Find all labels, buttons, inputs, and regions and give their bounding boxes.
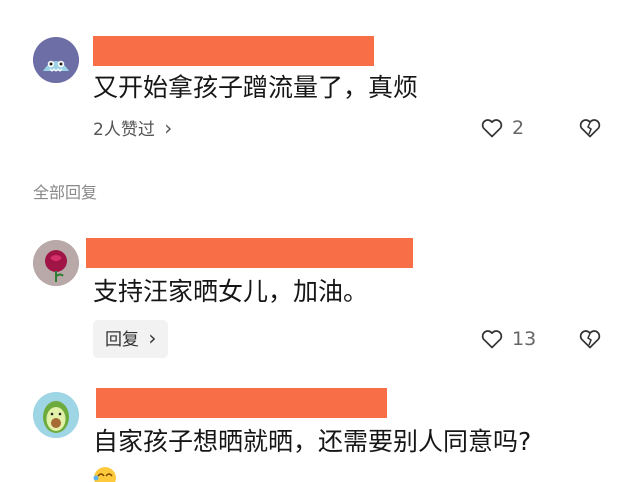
comment-text: 支持汪家晒女儿，加油。	[93, 277, 369, 306]
like-button[interactable]	[480, 116, 504, 140]
chevron-right-icon: ›	[164, 116, 173, 140]
laughing-emoji	[93, 466, 117, 482]
comment-text: 自家孩子想晒就晒，还需要别人同意吗?	[93, 427, 532, 456]
like-count: 2	[512, 117, 525, 139]
reply-button[interactable]: 回复 ›	[93, 320, 169, 358]
heart-icon	[481, 119, 503, 138]
broken-heart-icon	[579, 119, 601, 138]
chevron-right-icon: ›	[148, 326, 157, 350]
like-button[interactable]	[480, 327, 504, 351]
monster-avatar-icon	[33, 37, 79, 83]
user-avatar[interactable]	[33, 37, 79, 83]
heart-icon	[481, 330, 503, 349]
user-avatar[interactable]	[33, 240, 79, 286]
reply-label: 回复	[105, 330, 139, 350]
like-count: 13	[512, 328, 537, 350]
avocado-avatar-icon	[33, 392, 79, 438]
comment-text: 又开始拿孩子蹭流量了，真烦	[93, 73, 419, 102]
dislike-button[interactable]	[578, 116, 602, 140]
username-redacted[interactable]	[96, 388, 387, 418]
likes-summary-text: 2人赞过	[93, 120, 155, 140]
rose-avatar-icon	[33, 240, 79, 286]
username-redacted[interactable]	[93, 36, 374, 66]
dislike-button[interactable]	[578, 327, 602, 351]
likes-summary-link[interactable]: 2人赞过 ›	[93, 117, 172, 141]
broken-heart-icon	[579, 330, 601, 349]
laughing-emoji-icon	[93, 467, 116, 482]
section-title: 全部回复	[33, 183, 98, 202]
user-avatar[interactable]	[33, 392, 79, 438]
username-redacted[interactable]	[86, 238, 413, 268]
